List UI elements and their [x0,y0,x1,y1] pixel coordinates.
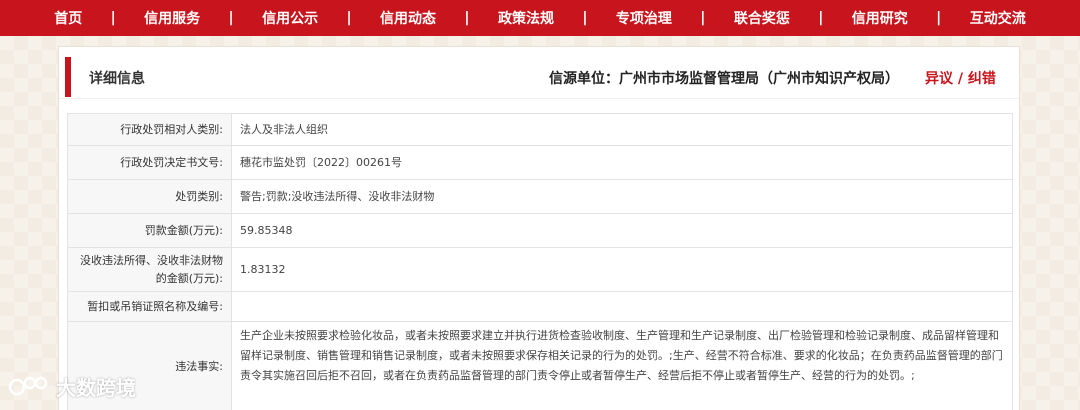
table-row: 违法事实: 生产企业未按照要求检验化妆品，或者未按照要求建立并执行进货检查验收制… [67,321,1013,410]
nav-separator: | [110,10,116,26]
row-value: 穗花市监处罚〔2022〕00261号 [231,145,1013,180]
nav-separator: | [818,10,824,26]
objection-link[interactable]: 异议 / 纠错 [925,68,996,88]
row-value: 生产企业未按照要求检验化妆品，或者未按照要求建立并执行进货检查验收制度、生产管理… [231,321,1013,410]
row-label: 行政处罚相对人类别: [67,113,232,146]
header-accent-bar [65,57,71,97]
nav-separator: | [582,10,588,26]
source-unit: 信源单位：广州市市场监督管理局（广州市知识产权局） [549,71,899,87]
nav-home[interactable]: 首页 [54,8,82,28]
row-label: 暂扣或吊销证照名称及编号: [67,291,232,322]
nav-separator: | [464,10,470,26]
nav-separator: | [346,10,352,26]
nav-special-governance[interactable]: 专项治理 [616,8,672,28]
nav-credit-publicity[interactable]: 信用公示 [262,8,318,28]
table-row: 行政处罚决定书文号: 穗花市监处罚〔2022〕00261号 [67,145,1013,180]
row-value: 1.83132 [231,247,1013,292]
table-row: 暂扣或吊销证照名称及编号: [67,291,1013,322]
row-value: 警告;罚款;没收违法所得、没收非法财物 [231,179,1013,214]
row-value: 59.85348 [231,213,1013,248]
nav-joint-reward-punish[interactable]: 联合奖惩 [734,8,790,28]
top-navigation: 首页 | 信用服务 | 信用公示 | 信用动态 | 政策法规 | 专项治理 | … [0,0,1080,36]
nav-policy[interactable]: 政策法规 [498,8,554,28]
watermark: 大数跨境 [8,372,136,401]
detail-table: 行政处罚相对人类别: 法人及非法人组织 行政处罚决定书文号: 穗花市监处罚〔20… [67,113,1013,410]
nav-separator: | [936,10,942,26]
row-label: 行政处罚决定书文号: [67,145,232,180]
nav-credit-service[interactable]: 信用服务 [144,8,200,28]
table-row: 没收违法所得、没收非法财物的金额(万元): 1.83132 [67,247,1013,292]
nav-credit-research[interactable]: 信用研究 [852,8,908,28]
nav-separator: | [700,10,706,26]
table-row: 处罚类别: 警告;罚款;没收违法所得、没收非法财物 [67,179,1013,214]
nav-credit-news[interactable]: 信用动态 [380,8,436,28]
watermark-text: 大数跨境 [56,376,136,400]
watermark-logo-icon [8,376,48,395]
row-value: 法人及非法人组织 [231,113,1013,146]
table-row: 罚款金额(万元): 59.85348 [67,213,1013,248]
detail-panel: 详细信息 信源单位：广州市市场监督管理局（广州市知识产权局） 异议 / 纠错 行… [58,46,1020,410]
nav-separator: | [228,10,234,26]
row-label: 没收违法所得、没收非法财物的金额(万元): [67,247,232,292]
panel-header: 详细信息 信源单位：广州市市场监督管理局（广州市知识产权局） 异议 / 纠错 [59,47,1019,99]
panel-title: 详细信息 [89,71,145,87]
table-row: 行政处罚相对人类别: 法人及非法人组织 [67,113,1013,146]
row-label: 处罚类别: [67,179,232,214]
row-label: 罚款金额(万元): [67,213,232,248]
row-value [231,291,1013,322]
nav-interaction[interactable]: 互动交流 [970,8,1026,28]
